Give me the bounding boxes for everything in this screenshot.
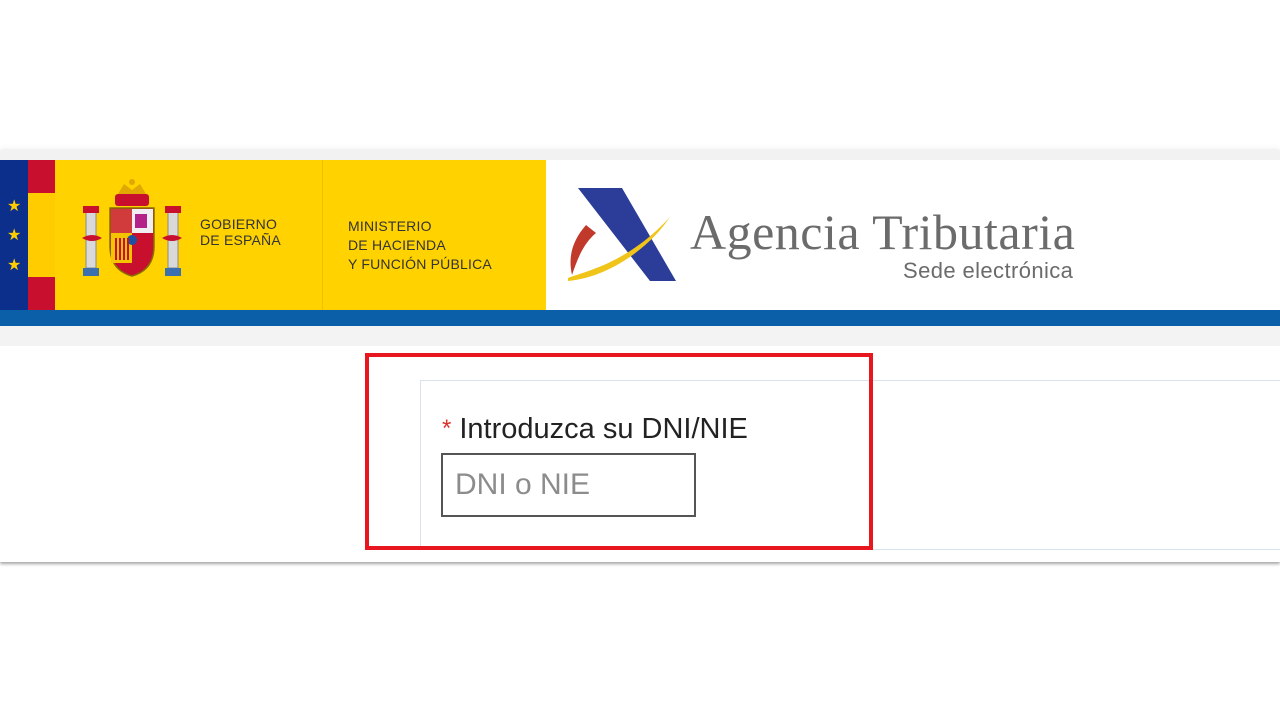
agency-subtitle: Sede electrónica bbox=[903, 258, 1074, 283]
eu-stars-icon: ★ ★ ★ bbox=[0, 160, 28, 310]
star-icon: ★ bbox=[7, 255, 22, 274]
ministry-name: MINISTERIO DE HACIENDA Y FUNCIÓN PÚBLICA bbox=[348, 217, 492, 274]
spain-coat-of-arms-icon bbox=[82, 179, 182, 277]
dni-label-text: Introduzca su DNI/NIE bbox=[459, 413, 748, 445]
ministry-line: DE HACIENDA bbox=[348, 237, 446, 253]
agency-title[interactable]: Agencia Tributaria bbox=[690, 204, 1075, 260]
dni-input[interactable] bbox=[441, 453, 696, 517]
required-mark: * bbox=[442, 415, 452, 442]
ministry-line: MINISTERIO bbox=[348, 218, 432, 234]
star-icon: ★ bbox=[7, 196, 22, 215]
ministry-logo-block[interactable]: MINISTERIO DE HACIENDA Y FUNCIÓN PÚBLICA bbox=[323, 160, 546, 310]
header-blue-bar bbox=[0, 310, 1280, 326]
star-icon: ★ bbox=[7, 225, 22, 244]
flag-stripe bbox=[28, 160, 55, 310]
gov-line: GOBIERNO bbox=[200, 216, 278, 232]
ministry-line: Y FUNCIÓN PÚBLICA bbox=[348, 256, 492, 272]
dni-field-label: * Introduzca su DNI/NIE bbox=[442, 412, 748, 448]
screenshot-frame: ★ ★ ★ GOBIERNO DE ESPAÑA MINISTERIO DE H… bbox=[0, 150, 1280, 562]
aeat-logo-icon[interactable] bbox=[566, 185, 678, 285]
government-logo-block[interactable]: GOBIERNO DE ESPAÑA bbox=[55, 160, 322, 310]
gov-line: DE ESPAÑA bbox=[200, 232, 281, 248]
site-header: ★ ★ ★ GOBIERNO DE ESPAÑA MINISTERIO DE H… bbox=[0, 160, 1280, 310]
page: ★ ★ ★ GOBIERNO DE ESPAÑA MINISTERIO DE H… bbox=[0, 0, 1280, 720]
government-name: GOBIERNO DE ESPAÑA bbox=[200, 216, 281, 248]
grey-band bbox=[0, 326, 1280, 346]
top-band bbox=[0, 150, 1280, 160]
